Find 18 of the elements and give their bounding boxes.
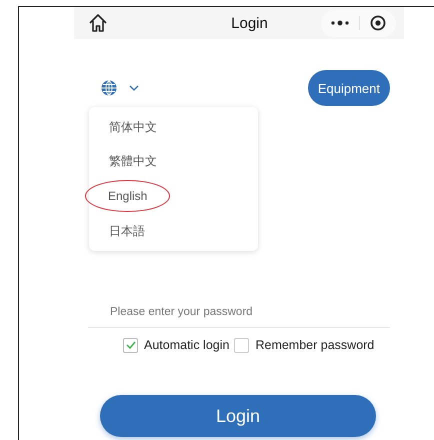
checkbox-label: Remember password bbox=[255, 338, 374, 352]
check-icon bbox=[126, 341, 136, 349]
language-option[interactable]: 日本語 bbox=[89, 214, 145, 248]
page-title: Login bbox=[230, 14, 269, 32]
more-icon[interactable] bbox=[331, 20, 349, 26]
language-option[interactable]: English bbox=[85, 180, 170, 212]
chevron-down-icon bbox=[129, 85, 139, 91]
login-button[interactable]: Login bbox=[100, 395, 376, 437]
checkbox[interactable] bbox=[234, 338, 250, 352]
close-icon[interactable] bbox=[370, 15, 386, 31]
language-option[interactable]: 繁體中文 bbox=[89, 144, 157, 178]
language-option[interactable]: 简体中文 bbox=[89, 110, 157, 144]
equipment-button[interactable]: Equipment bbox=[308, 70, 390, 106]
language-selector[interactable] bbox=[101, 80, 139, 96]
home-icon[interactable] bbox=[88, 13, 108, 33]
checkbox[interactable] bbox=[123, 338, 138, 352]
checkbox-label: Automatic login bbox=[144, 338, 230, 352]
globe-icon bbox=[101, 80, 117, 96]
